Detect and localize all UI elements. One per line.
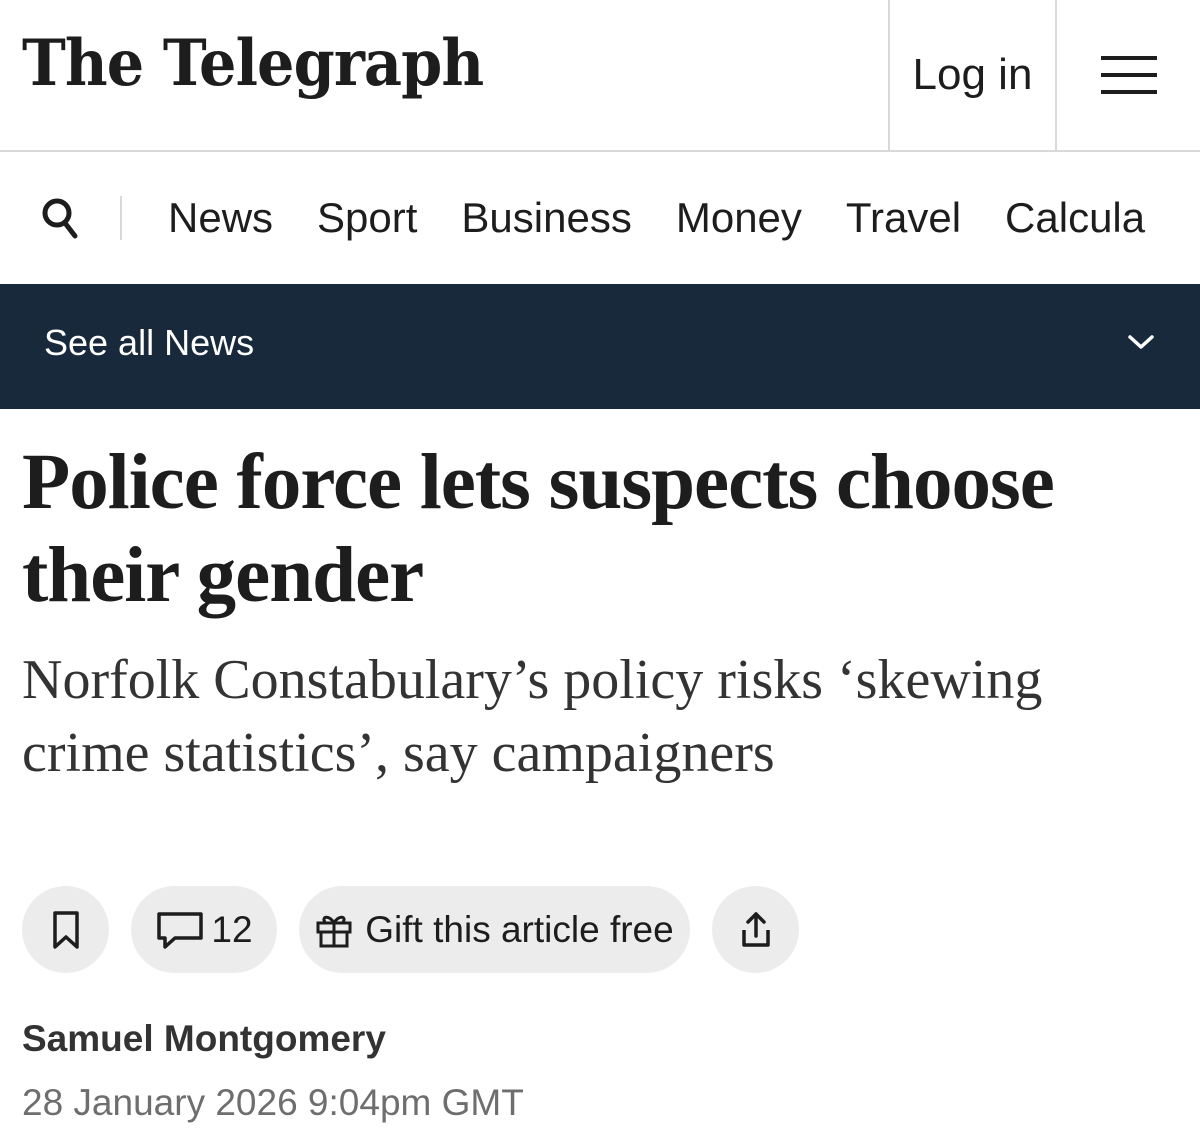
- share-icon: [741, 911, 770, 947]
- search-button[interactable]: [40, 196, 82, 242]
- nav-items: News Sport Business Money Travel Calcula: [168, 188, 1189, 248]
- bookmark-icon: [52, 910, 79, 949]
- comment-icon: [157, 911, 204, 949]
- nav-item-business[interactable]: Business: [461, 188, 631, 248]
- hamburger-menu-icon: [1100, 56, 1157, 94]
- menu-button[interactable]: [1057, 0, 1200, 150]
- nav-item-travel[interactable]: Travel: [846, 188, 961, 248]
- gift-article-button[interactable]: Gift this article free: [299, 886, 690, 973]
- nav-item-news[interactable]: News: [168, 188, 273, 248]
- nav-item-sport[interactable]: Sport: [317, 188, 417, 248]
- see-all-news-bar[interactable]: See all News: [0, 284, 1200, 409]
- section-nav: News Sport Business Money Travel Calcula: [0, 154, 1200, 284]
- publish-date: 28 January 2026 9:04pm GMT: [22, 1082, 524, 1123]
- article-standfirst: Norfolk Constabulary’s policy risks ‘ske…: [22, 649, 1043, 784]
- nav-item-calculators[interactable]: Calcula: [1005, 188, 1145, 248]
- nav-separator: [120, 196, 122, 240]
- see-all-news-label: See all News: [44, 322, 255, 363]
- comment-count: 12: [211, 908, 253, 950]
- comments-button[interactable]: 12: [131, 886, 277, 973]
- gift-icon: [316, 915, 352, 947]
- search-icon: [42, 198, 78, 239]
- nav-item-money[interactable]: Money: [676, 188, 802, 248]
- gift-article-label: Gift this article free: [365, 908, 674, 950]
- telegraph-logo[interactable]: The Telegraph: [22, 26, 484, 101]
- chevron-down-icon: [1128, 335, 1154, 349]
- masthead: The Telegraph Log in: [0, 0, 1200, 152]
- bookmark-button[interactable]: [22, 886, 109, 973]
- share-button[interactable]: [712, 886, 799, 973]
- author-name[interactable]: Samuel Montgomery: [22, 1018, 386, 1060]
- nav-fade: [1140, 154, 1200, 284]
- article-headline: Police force lets suspects choose their …: [22, 439, 1055, 619]
- login-button[interactable]: Log in: [890, 0, 1055, 150]
